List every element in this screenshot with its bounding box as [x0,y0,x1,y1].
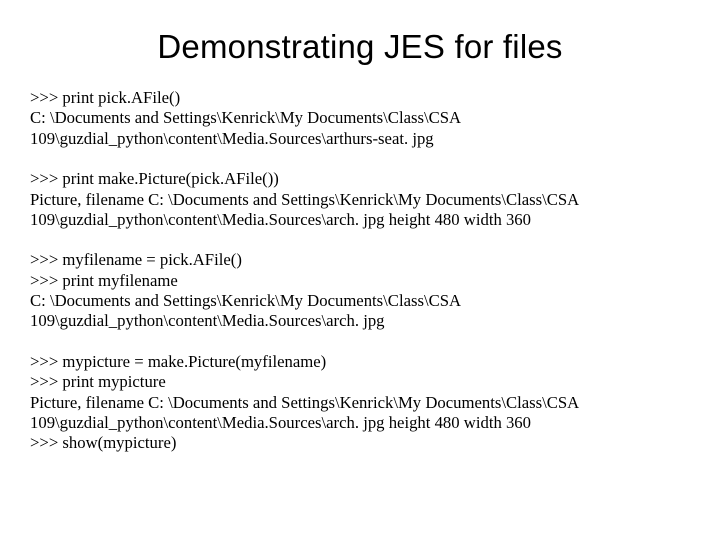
code-line: >>> print pick.AFile() [30,88,690,108]
code-line: >>> show(mypicture) [30,433,690,453]
code-line: >>> print mypicture [30,372,690,392]
code-line: >>> print myfilename [30,271,690,291]
code-line: C: \Documents and Settings\Kenrick\My Do… [30,291,690,332]
code-line: Picture, filename C: \Documents and Sett… [30,393,690,434]
code-line: >>> mypicture = make.Picture(myfilename) [30,352,690,372]
code-block-1: >>> print pick.AFile() C: \Documents and… [30,88,690,149]
code-line: C: \Documents and Settings\Kenrick\My Do… [30,108,690,149]
slide-title: Demonstrating JES for files [30,28,690,66]
code-line: >>> print make.Picture(pick.AFile()) [30,169,690,189]
code-line: Picture, filename C: \Documents and Sett… [30,190,690,231]
code-block-4: >>> mypicture = make.Picture(myfilename)… [30,352,690,454]
code-line: >>> myfilename = pick.AFile() [30,250,690,270]
slide: Demonstrating JES for files >>> print pi… [0,0,720,540]
code-block-2: >>> print make.Picture(pick.AFile()) Pic… [30,169,690,230]
code-block-3: >>> myfilename = pick.AFile() >>> print … [30,250,690,332]
